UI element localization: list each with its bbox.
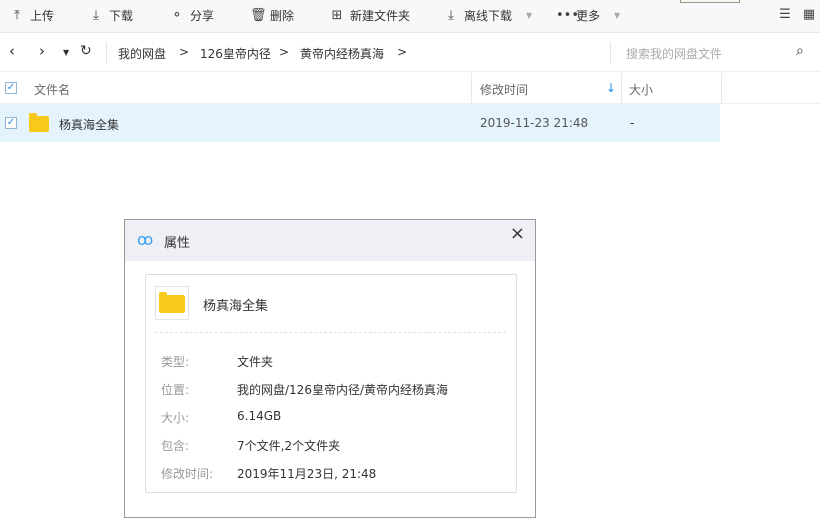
history-dropdown-icon[interactable]: ▼ bbox=[63, 48, 69, 57]
share-button[interactable]: ⚬ 分享 bbox=[170, 7, 214, 24]
breadcrumb-item[interactable]: 126皇帝内径 bbox=[200, 45, 271, 62]
properties-card: 杨真海全集 类型: 文件夹 位置: 我的网盘/126皇帝内径/黄帝内经杨真海 大小:… bbox=[145, 274, 517, 493]
upload-icon: ⤒ bbox=[14, 8, 20, 23]
breadcrumb-item[interactable]: 黄帝内经杨真海 bbox=[300, 45, 384, 62]
table-row[interactable]: ✓ 杨真海全集 2019-11-23 21:48 - bbox=[0, 104, 720, 142]
file-thumbnail bbox=[155, 286, 189, 320]
dialog-titlebar[interactable]: ꝏ 属性 × bbox=[125, 220, 535, 261]
breadcrumb-separator: > bbox=[397, 45, 408, 59]
sort-icon: ☰ bbox=[779, 7, 791, 22]
download-label: 下载 bbox=[109, 9, 134, 23]
file-name[interactable]: 杨真海全集 bbox=[59, 116, 119, 133]
property-value: 7个文件,2个文件夹 bbox=[237, 439, 341, 453]
folder-icon bbox=[29, 113, 49, 132]
breadcrumb-separator: > bbox=[179, 45, 190, 59]
chevron-down-icon: ▼ bbox=[526, 11, 533, 20]
new-folder-label: 新建文件夹 bbox=[350, 9, 411, 23]
upload-button[interactable]: ⤒ 上传 bbox=[10, 7, 54, 24]
offline-download-button[interactable]: ⤓ 离线下载 ▼ bbox=[444, 7, 532, 24]
search-input[interactable]: 搜索我的网盘文件 bbox=[626, 45, 722, 62]
more-label: 更多 bbox=[576, 9, 601, 23]
grid-view-button[interactable]: ▦ bbox=[802, 7, 816, 22]
dialog-file-name: 杨真海全集 bbox=[203, 299, 269, 314]
navigation-bar: ‹ › ▼ ↻ 我的网盘 > 126皇帝内径 > 黄帝内经杨真海 > 搜索我的网… bbox=[0, 34, 820, 72]
divider bbox=[155, 332, 506, 333]
offline-download-label: 离线下载 bbox=[464, 9, 513, 23]
refresh-icon[interactable]: ↻ bbox=[80, 43, 92, 59]
share-icon: ⚬ bbox=[171, 8, 183, 23]
window-edge bbox=[680, 0, 740, 3]
close-icon[interactable]: × bbox=[510, 223, 525, 244]
upload-label: 上传 bbox=[30, 9, 55, 23]
breadcrumb-item[interactable]: 我的网盘 bbox=[118, 45, 166, 62]
column-size[interactable]: 大小 bbox=[629, 81, 653, 98]
file-size: - bbox=[630, 116, 635, 130]
property-value: 2019年11月23日, 21:48 bbox=[237, 467, 377, 481]
property-value: 文件夹 bbox=[237, 355, 274, 369]
folder-icon bbox=[159, 292, 185, 313]
dialog-title: 属性 bbox=[164, 236, 191, 251]
breadcrumb-separator: > bbox=[279, 45, 290, 59]
download-icon: ⤓ bbox=[93, 8, 99, 23]
chevron-down-icon: ▼ bbox=[614, 11, 621, 20]
trash-icon: 🗑 bbox=[250, 8, 267, 23]
delete-label: 删除 bbox=[270, 9, 295, 23]
app-logo-icon: ꝏ bbox=[137, 230, 154, 249]
new-folder-icon: ⊞ bbox=[331, 8, 343, 23]
property-label: 类型: bbox=[161, 355, 190, 369]
property-label: 大小: bbox=[161, 411, 190, 425]
sort-button[interactable]: ☰ bbox=[778, 7, 792, 22]
property-value: 我的网盘/126皇帝内径/黄帝内经杨真海 bbox=[237, 383, 448, 397]
back-icon[interactable]: ‹ bbox=[9, 42, 15, 60]
delete-button[interactable]: 🗑 删除 bbox=[250, 7, 294, 24]
column-name[interactable]: 文件名 bbox=[34, 81, 70, 98]
more-icon: ••• bbox=[556, 8, 580, 23]
property-label: 修改时间: bbox=[161, 467, 214, 481]
file-modified: 2019-11-23 21:48 bbox=[480, 116, 589, 130]
property-value: 6.14GB bbox=[237, 409, 282, 423]
select-all-checkbox[interactable]: ✓ bbox=[5, 82, 17, 94]
toolbar: ⤒ 上传 ⤓ 下载 ⚬ 分享 🗑 删除 ⊞ 新建文件夹 ⤓ 离线下载 ▼ ••• 更多 ▼ ☰ ▦ bbox=[0, 0, 820, 33]
table-header: ✓ 文件名 修改时间 ↓ 大小 bbox=[0, 73, 820, 104]
more-button[interactable]: ••• 更多 ▼ bbox=[556, 7, 620, 24]
download-button[interactable]: ⤓ 下载 bbox=[89, 7, 133, 24]
forward-icon[interactable]: › bbox=[39, 42, 45, 60]
property-label: 包含: bbox=[161, 439, 190, 453]
new-folder-button[interactable]: ⊞ 新建文件夹 bbox=[330, 7, 410, 24]
column-modified[interactable]: 修改时间 bbox=[480, 81, 528, 98]
properties-dialog: ꝏ 属性 × 杨真海全集 类型: 文件夹 位置: 我的网盘/126皇帝内径/黄帝内经… bbox=[124, 219, 536, 518]
search-icon[interactable]: ⌕ bbox=[796, 43, 804, 59]
property-label: 位置: bbox=[161, 383, 190, 397]
grid-icon: ▦ bbox=[802, 7, 816, 22]
offline-download-icon: ⤓ bbox=[448, 8, 454, 23]
sort-desc-icon: ↓ bbox=[606, 81, 617, 95]
row-checkbox[interactable]: ✓ bbox=[5, 117, 17, 129]
share-label: 分享 bbox=[190, 9, 215, 23]
